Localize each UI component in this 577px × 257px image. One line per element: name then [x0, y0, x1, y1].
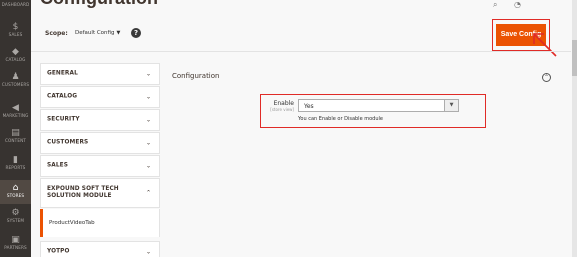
person-icon: ♟: [11, 72, 20, 82]
header-divider: [31, 51, 571, 52]
nav-item-marketing[interactable]: ◀ MARKETING: [0, 103, 31, 125]
store-icon: ⌂: [12, 183, 19, 193]
nav-label: SALES: [8, 32, 23, 37]
notifications-icon[interactable]: ◔: [514, 0, 521, 9]
nav-label: MARKETING: [2, 113, 29, 118]
chevron-down-icon: ⌄: [145, 162, 151, 170]
box-icon: ◆: [12, 47, 19, 57]
nav-item-sales[interactable]: $ SALES: [0, 22, 31, 44]
page-scrollbar[interactable]: [572, 0, 577, 257]
section-title[interactable]: Configuration: [172, 72, 219, 80]
enable-field-label: Enable: [273, 100, 294, 107]
admin-sidebar: ▰ DASHBOARD $ SALES ◆ CATALOG ♟ CUSTOMER…: [0, 0, 31, 257]
collapse-up-icon[interactable]: ⌃: [542, 73, 551, 82]
enable-select[interactable]: Yes ▼: [298, 99, 459, 112]
tab-expound-soft-tech[interactable]: EXPOUND SOFT TECH SOLUTION MODULE ⌃: [40, 178, 160, 208]
tab-sales[interactable]: SALES ⌄: [40, 155, 160, 177]
tab-label: YOTPO: [47, 248, 70, 255]
nav-label: REPORTS: [5, 165, 26, 170]
search-icon[interactable]: ⌕: [493, 0, 497, 9]
tab-label: SECURITY: [47, 116, 80, 123]
nav-label: STORES: [6, 193, 25, 198]
page-title: Configuration: [40, 0, 158, 9]
chevron-down-icon: ⌄: [145, 93, 151, 101]
enable-field-note: You can Enable or Disable module: [298, 116, 383, 122]
gear-icon: ⚙: [11, 208, 20, 218]
chevron-down-icon: ⌄: [145, 139, 151, 147]
scope-dropdown[interactable]: Default Config ▼: [75, 30, 120, 36]
scope-label: Scope:: [45, 30, 68, 37]
tab-label: EXPOUND SOFT TECH SOLUTION MODULE: [47, 186, 119, 199]
nav-label: SYSTEM: [6, 218, 25, 223]
field-scope-label: [store view]: [270, 107, 294, 112]
tab-label: CATALOG: [47, 93, 78, 100]
question-icon[interactable]: ?: [131, 28, 141, 38]
nav-item-catalog[interactable]: ◆ CATALOG: [0, 47, 31, 69]
nav-item-reports[interactable]: ▮ REPORTS: [0, 155, 31, 177]
tab-label: CUSTOMERS: [47, 139, 89, 146]
tab-customers[interactable]: CUSTOMERS ⌄: [40, 132, 160, 154]
tab-general[interactable]: GENERAL ⌄: [40, 63, 160, 85]
dollar-icon: $: [12, 22, 19, 32]
tab-yotpo[interactable]: YOTPO ⌄: [40, 241, 160, 257]
bar-chart-icon: ▮: [13, 155, 18, 165]
nav-item-system[interactable]: ⚙ SYSTEM: [0, 208, 31, 230]
header-actions: ⌕ ◔: [493, 0, 521, 10]
scrollbar-thumb[interactable]: [572, 40, 577, 76]
enable-select-value: Yes: [304, 103, 314, 110]
tab-item-productvideotab[interactable]: ProductVideoTab: [40, 209, 160, 237]
nav-label: CATALOG: [5, 57, 26, 62]
annotation-arrow: [533, 33, 557, 57]
tab-label: GENERAL: [47, 70, 78, 77]
chevron-up-icon: ⌃: [145, 189, 151, 197]
tab-label: SALES: [47, 162, 68, 169]
nav-label: CUSTOMERS: [1, 82, 30, 87]
tab-item-label: ProductVideoTab: [49, 220, 95, 226]
caret-down-icon: ▼: [116, 30, 121, 36]
nav-label: CONTENT: [5, 138, 26, 143]
dropdown-arrow-icon[interactable]: ▼: [444, 100, 458, 111]
layout-icon: ▤: [11, 128, 20, 138]
tab-catalog[interactable]: CATALOG ⌄: [40, 86, 160, 108]
megaphone-icon: ◀: [12, 103, 19, 113]
scope-value: Default Config: [75, 30, 115, 36]
chevron-down-icon: ⌄: [145, 116, 151, 124]
puzzle-icon: ▣: [11, 235, 20, 245]
nav-item-customers[interactable]: ♟ CUSTOMERS: [0, 72, 31, 94]
tab-security[interactable]: SECURITY ⌄: [40, 109, 160, 131]
nav-label: PARTNERS: [4, 245, 27, 250]
chevron-down-icon: ⌄: [145, 248, 151, 256]
nav-item-stores[interactable]: ⌂ STORES: [0, 180, 31, 204]
nav-item-content[interactable]: ▤ CONTENT: [0, 128, 31, 150]
nav-item-dashboard[interactable]: ▰ DASHBOARD: [0, 0, 31, 14]
nav-label: DASHBOARD: [1, 2, 30, 7]
nav-item-partners[interactable]: ▣ PARTNERS: [0, 235, 31, 257]
chevron-down-icon: ⌄: [145, 70, 151, 78]
